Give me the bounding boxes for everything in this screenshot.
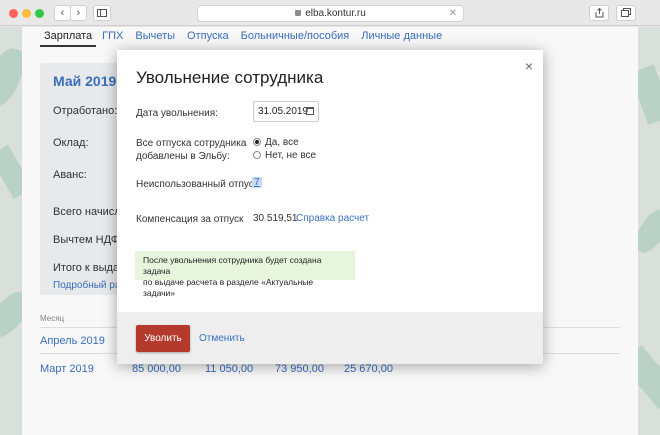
radio-no-not-all[interactable]: Нет, не все — [253, 150, 316, 162]
address-bar[interactable]: elba.kontur.ru ✕ — [197, 5, 464, 22]
cancel-button[interactable]: Отменить — [199, 333, 245, 344]
chevron-right-icon: › — [76, 7, 81, 19]
minimize-window-icon[interactable] — [22, 9, 31, 18]
zoom-window-icon[interactable] — [35, 9, 44, 18]
forward-button[interactable]: › — [70, 5, 87, 21]
close-window-icon[interactable] — [9, 9, 18, 18]
dismiss-employee-dialog: Увольнение сотрудника × Дата увольнения:… — [117, 50, 543, 364]
back-button[interactable]: ‹ — [54, 5, 71, 21]
close-icon[interactable]: × — [525, 58, 533, 74]
info-note: После увольнения сотрудника будет создан… — [135, 251, 355, 298]
calculation-reference-link[interactable]: Справка расчет — [296, 213, 369, 224]
fire-button[interactable]: Уволить — [136, 325, 190, 352]
clear-url-icon[interactable]: ✕ — [449, 6, 457, 21]
dialog-footer: Уволить Отменить — [117, 312, 543, 364]
browser-toolbar: ‹ › elba.kontur.ru ✕ — [0, 0, 660, 26]
lock-icon — [295, 10, 302, 16]
radio-yes-label: Да, все — [265, 137, 299, 148]
dismissal-date-label: Дата увольнения: — [136, 108, 218, 119]
unused-vacation-label: Неиспользованный отпуск — [136, 179, 259, 190]
radio-selected-icon[interactable] — [253, 138, 261, 146]
radio-no-label: Нет, не все — [265, 150, 317, 161]
vacations-label-line1: Все отпуска сотрудника — [136, 138, 247, 149]
radio-yes-all[interactable]: Да, все — [253, 137, 299, 149]
vacations-added-label: Все отпуска сотрудника добавлены в Эльбу… — [136, 137, 246, 163]
url-text: elba.kontur.ru — [305, 8, 366, 19]
unused-vacation-days[interactable]: 7 — [252, 177, 262, 188]
radio-unselected-icon[interactable] — [253, 151, 261, 159]
tabs-overview-button[interactable] — [616, 5, 636, 21]
sidebar-icon — [97, 9, 107, 17]
tabs-icon — [621, 8, 631, 17]
share-button[interactable] — [589, 5, 609, 21]
sidebar-button[interactable] — [93, 5, 111, 21]
note-line2: по выдаче расчета в разделе «Актуальные … — [143, 277, 314, 298]
dialog-title: Увольнение сотрудника — [136, 68, 324, 87]
dismissal-date-input[interactable]: 31.05.2019 — [253, 101, 319, 122]
vacations-label-line2: добавлены в Эльбу: — [136, 151, 230, 162]
chevron-left-icon: ‹ — [60, 7, 65, 19]
compensation-label: Компенсация за отпуск — [136, 214, 244, 225]
note-line1: После увольнения сотрудника будет создан… — [143, 255, 322, 276]
date-value: 31.05.2019 — [258, 106, 309, 117]
compensation-value: 30 519,51 — [253, 213, 298, 224]
share-icon — [595, 7, 603, 18]
calendar-icon[interactable] — [306, 107, 314, 115]
